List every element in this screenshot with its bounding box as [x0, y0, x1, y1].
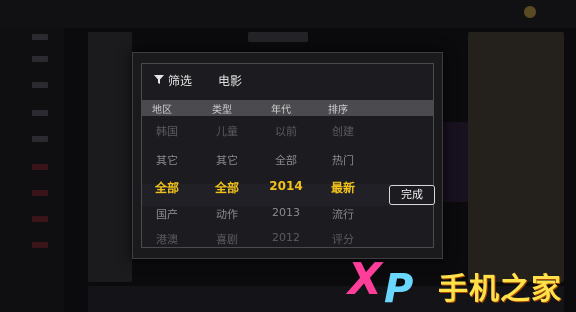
column-header-region: 地区 — [152, 105, 172, 116]
filter-dialog: 筛选 电影 地区 类型 年代 排序 韩国 其它 全部 国产 港澳 儿童 其它 全部 动作 喜剧 以前… — [132, 52, 443, 259]
poster — [88, 32, 132, 282]
filter-panel: 筛选 电影 地区 类型 年代 排序 韩国 其它 全部 国产 港澳 儿童 其它 全部 动作 喜剧 以前… — [141, 63, 435, 248]
sidebar-item — [32, 82, 48, 88]
user-icon — [524, 6, 536, 18]
column-header-bar: 地区 类型 年代 排序 — [142, 100, 433, 116]
watermark-logo: X P 手机之家 — [342, 254, 576, 312]
filter-option[interactable]: 动作 — [207, 206, 247, 222]
background-top-bar — [0, 0, 576, 28]
filter-option[interactable]: 其它 — [147, 152, 187, 168]
dialog-subtitle: 电影 — [218, 74, 243, 88]
sidebar-item — [32, 110, 48, 116]
watermark-text: 手机之家 — [438, 272, 562, 307]
sidebar-item — [32, 56, 48, 62]
sidebar-item — [32, 216, 48, 222]
filter-option[interactable]: 港澳 — [147, 231, 187, 247]
poster — [248, 32, 308, 42]
background-sidebar — [0, 28, 64, 312]
filter-option[interactable]: 韩国 — [147, 123, 187, 139]
filter-option[interactable]: 喜剧 — [207, 231, 247, 247]
watermark-letter-x: X — [348, 254, 382, 305]
dialog-header: 筛选 电影 — [142, 64, 433, 98]
filter-option[interactable]: 最新 — [323, 179, 363, 196]
filter-option[interactable]: 儿童 — [207, 123, 247, 139]
filter-option[interactable]: 2013 — [266, 206, 306, 219]
filter-option[interactable]: 流行 — [323, 206, 363, 222]
dialog-title: 筛选 — [168, 74, 193, 88]
filter-option[interactable]: 2012 — [266, 231, 306, 244]
filter-option[interactable]: 全部 — [147, 179, 187, 196]
done-button[interactable]: 完成 — [389, 185, 435, 205]
sidebar-item — [32, 164, 48, 170]
poster — [468, 32, 564, 282]
sidebar-item — [32, 190, 48, 196]
filter-option[interactable]: 评分 — [323, 231, 363, 247]
column-header-year: 年代 — [271, 105, 291, 116]
funnel-icon — [154, 75, 164, 84]
column-header-sort: 排序 — [328, 105, 348, 116]
filter-option[interactable]: 全部 — [207, 179, 247, 196]
filter-option[interactable]: 以前 — [266, 123, 306, 139]
sidebar-item — [32, 136, 48, 142]
filter-option[interactable]: 创建 — [323, 123, 363, 139]
filter-option[interactable]: 国产 — [147, 206, 187, 222]
column-header-genre: 类型 — [212, 105, 232, 116]
filter-option[interactable]: 全部 — [266, 152, 306, 168]
filter-option[interactable]: 其它 — [207, 152, 247, 168]
watermark-letter-p: P — [384, 266, 414, 312]
sidebar-item — [32, 34, 48, 40]
sidebar-item — [32, 242, 48, 248]
filter-option[interactable]: 热门 — [323, 152, 363, 168]
filter-option[interactable]: 2014 — [266, 179, 306, 193]
